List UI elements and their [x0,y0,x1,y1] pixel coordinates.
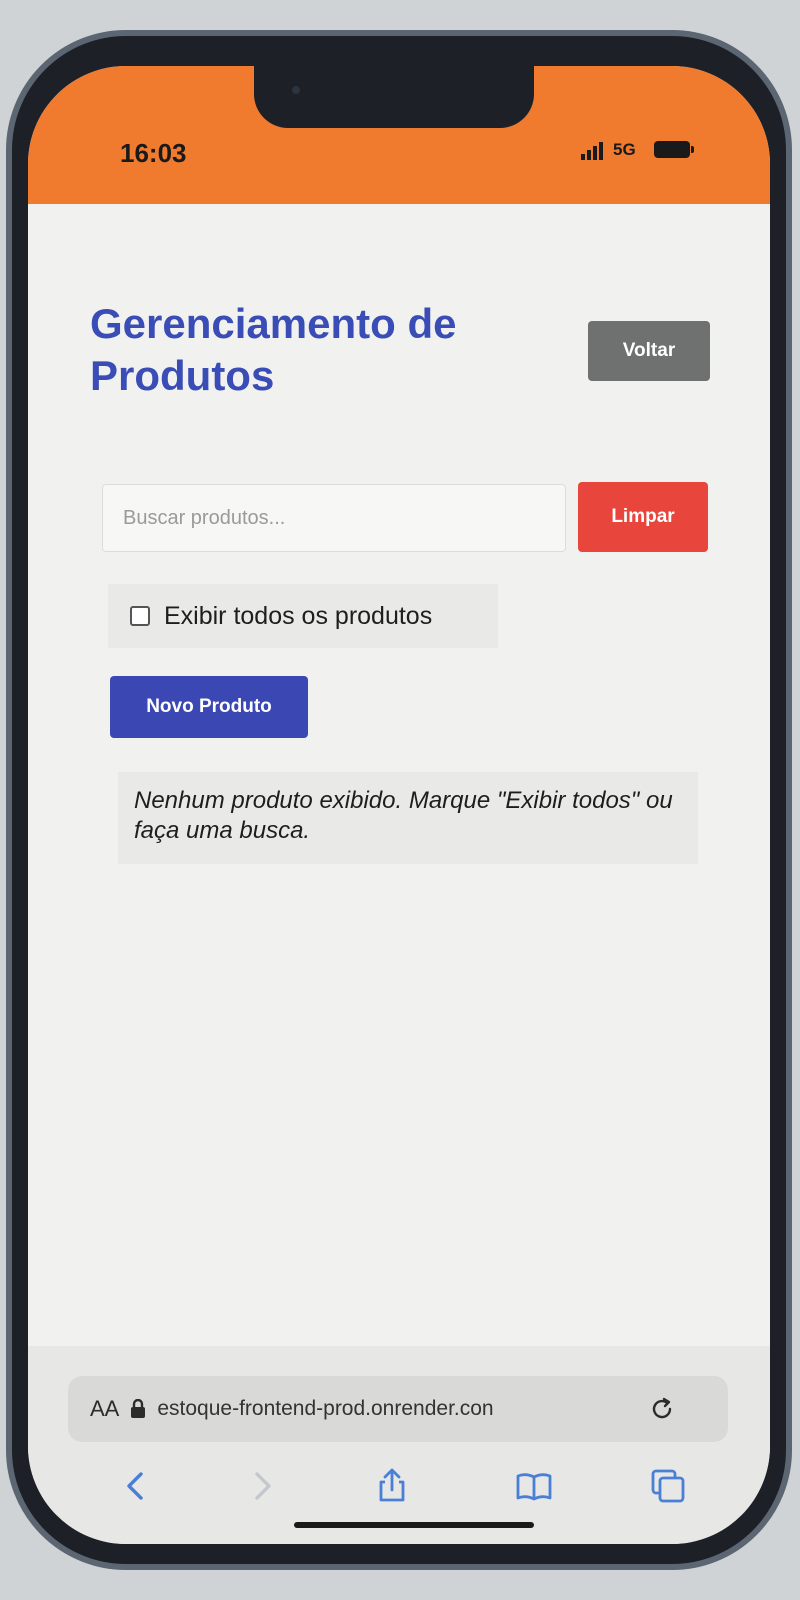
lock-icon [131,1399,146,1418]
forward-arrow-icon[interactable] [242,1466,282,1506]
page-title: Gerenciamento de Produtos [90,300,457,399]
address-bar[interactable]: AA estoque-frontend-prod.onrender.con [68,1376,728,1442]
back-arrow-icon[interactable] [116,1466,156,1506]
browser-toolbar: AA estoque-frontend-prod.onrender.con [28,1346,770,1544]
show-all-toggle[interactable]: Exibir todos os produtos [108,584,498,648]
reload-icon[interactable] [649,1396,675,1422]
new-product-button[interactable]: Novo Produto [110,676,308,738]
search-input[interactable] [102,484,566,552]
show-all-label: Exibir todos os produtos [164,601,433,630]
phone-screen: 16:03 5G Gerenciamento de Produtos Volta… [28,66,770,1544]
camera-notch [254,66,534,128]
show-all-checkbox[interactable] [130,606,150,626]
network-type: 5G [613,140,636,159]
tabs-icon[interactable] [648,1466,688,1506]
bookmarks-icon[interactable] [514,1466,554,1506]
battery-icon [654,141,694,158]
browser-nav [28,1456,770,1526]
empty-state-message: Nenhum produto exibido. Marque "Exibir t… [118,772,698,864]
status-time: 16:03 [120,138,187,168]
text-size-button[interactable]: AA [90,1396,119,1422]
signal-icon [581,140,609,160]
phone-frame: 16:03 5G Gerenciamento de Produtos Volta… [6,30,792,1570]
url-text: estoque-frontend-prod.onrender.con [157,1397,494,1420]
status-bar: 16:03 5G [28,66,770,204]
clear-button[interactable]: Limpar [578,482,708,552]
share-icon[interactable] [372,1466,412,1506]
back-button[interactable]: Voltar [588,321,710,381]
front-camera [292,86,300,94]
home-indicator[interactable] [294,1522,534,1528]
